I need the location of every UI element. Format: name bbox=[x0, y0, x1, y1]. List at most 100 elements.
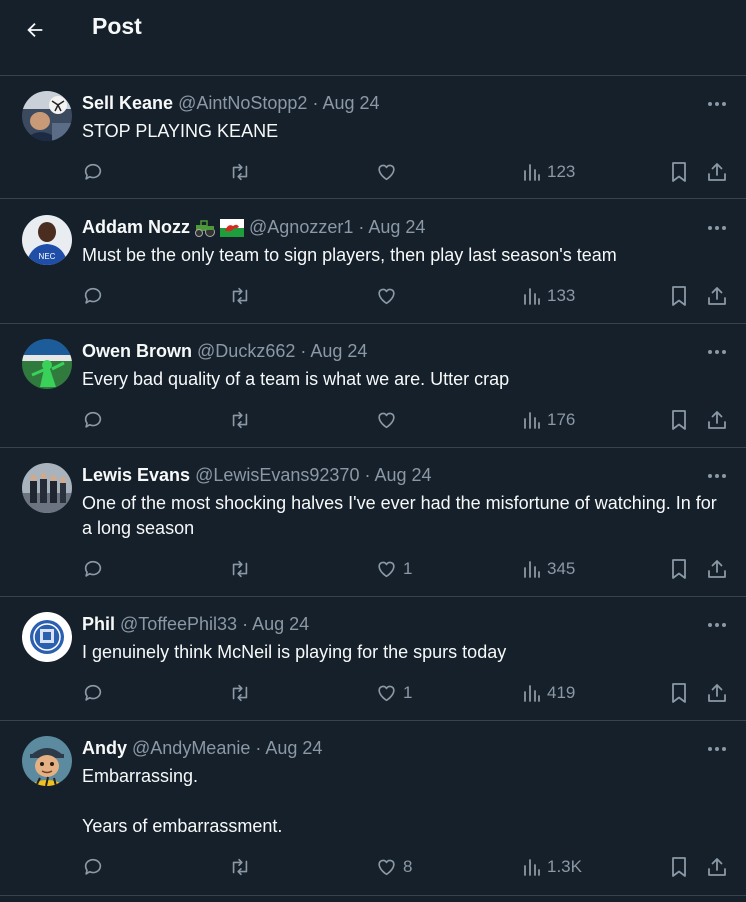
reply-button[interactable] bbox=[82, 853, 104, 881]
tweet-text: Every bad quality of a team is what we a… bbox=[82, 369, 510, 389]
more-button[interactable] bbox=[705, 466, 729, 486]
more-button[interactable] bbox=[705, 94, 729, 114]
share-button[interactable] bbox=[706, 555, 728, 583]
views-icon bbox=[524, 288, 540, 305]
tweet-meta: Sell Keane @AintNoStopp2 · Aug 24 bbox=[82, 91, 380, 115]
avatar[interactable] bbox=[22, 339, 72, 389]
timestamp[interactable]: Aug 24 bbox=[322, 93, 379, 113]
reply-button[interactable] bbox=[82, 679, 104, 707]
like-button[interactable]: 1 bbox=[375, 555, 412, 583]
back-button[interactable] bbox=[20, 15, 50, 45]
display-name[interactable]: Phil bbox=[82, 614, 115, 634]
retweet-button[interactable] bbox=[228, 282, 252, 310]
more-button[interactable] bbox=[705, 739, 729, 759]
views-button[interactable]: 123 bbox=[522, 158, 575, 186]
timestamp[interactable]: Aug 24 bbox=[374, 465, 431, 485]
like-button[interactable] bbox=[375, 158, 403, 186]
retweet-icon bbox=[232, 560, 248, 578]
views-icon bbox=[524, 412, 540, 429]
reply-button[interactable] bbox=[82, 282, 104, 310]
tweet-text: One of the most shocking halves I've eve… bbox=[82, 493, 722, 538]
handle[interactable]: @Duckz662 bbox=[197, 341, 295, 361]
like-icon bbox=[378, 561, 395, 578]
handle[interactable]: @Agnozzer1 bbox=[249, 217, 353, 237]
retweet-button[interactable] bbox=[228, 406, 252, 434]
reply-tweet[interactable]: Phil @ToffeePhil33 · Aug 24 I genuinely … bbox=[0, 597, 746, 721]
reply-tweet[interactable]: Sell Keane @AintNoStopp2 · Aug 24 STOP P… bbox=[0, 76, 746, 199]
reply-button[interactable] bbox=[82, 158, 104, 186]
more-button[interactable] bbox=[705, 615, 729, 635]
share-icon bbox=[708, 560, 726, 578]
timestamp[interactable]: Aug 24 bbox=[265, 738, 322, 758]
avatar[interactable]: NEC bbox=[22, 215, 72, 265]
reply-icon bbox=[84, 287, 102, 304]
view-count: 133 bbox=[547, 286, 576, 305]
retweet-button[interactable] bbox=[228, 679, 252, 707]
display-name[interactable]: Addam Nozz bbox=[82, 217, 190, 237]
like-icon bbox=[378, 164, 395, 181]
bookmark-icon bbox=[672, 857, 686, 877]
more-icon bbox=[708, 747, 726, 751]
share-button[interactable] bbox=[706, 853, 728, 881]
share-button[interactable] bbox=[706, 679, 728, 707]
views-icon bbox=[524, 164, 540, 181]
handle[interactable]: @AndyMeanie bbox=[132, 738, 250, 758]
reply-tweet[interactable]: Lewis Evans @LewisEvans92370 · Aug 24 On… bbox=[0, 448, 746, 597]
timestamp[interactable]: Aug 24 bbox=[252, 614, 309, 634]
bookmark-icon bbox=[672, 683, 686, 703]
avatar[interactable] bbox=[22, 736, 72, 786]
bookmark-button[interactable] bbox=[669, 853, 689, 881]
views-button[interactable]: 419 bbox=[522, 679, 575, 707]
handle[interactable]: @LewisEvans92370 bbox=[195, 465, 359, 485]
bookmark-button[interactable] bbox=[669, 555, 689, 583]
separator: · bbox=[242, 614, 249, 634]
bookmark-button[interactable] bbox=[669, 282, 689, 310]
tweet-text: STOP PLAYING KEANE bbox=[82, 121, 279, 141]
reply-tweet[interactable]: NEC Addam Nozz @Agnozzer1 · Aug 24 Must … bbox=[0, 200, 746, 324]
header: Post bbox=[0, 0, 746, 58]
views-button[interactable]: 133 bbox=[522, 282, 575, 310]
handle[interactable]: @AintNoStopp2 bbox=[178, 93, 307, 113]
retweet-button[interactable] bbox=[228, 555, 252, 583]
share-button[interactable] bbox=[706, 406, 728, 434]
like-button[interactable] bbox=[375, 282, 403, 310]
retweet-button[interactable] bbox=[228, 158, 252, 186]
share-button[interactable] bbox=[706, 282, 728, 310]
share-button[interactable] bbox=[706, 158, 728, 186]
display-name[interactable]: Owen Brown bbox=[82, 341, 192, 361]
like-icon bbox=[378, 412, 395, 429]
timestamp[interactable]: Aug 24 bbox=[368, 217, 425, 237]
reply-button[interactable] bbox=[82, 406, 104, 434]
views-button[interactable]: 176 bbox=[522, 406, 575, 434]
timestamp[interactable]: Aug 24 bbox=[310, 341, 367, 361]
display-name[interactable]: Sell Keane bbox=[82, 93, 173, 113]
avatar[interactable] bbox=[22, 612, 72, 662]
tweet-text: I genuinely think McNeil is playing for … bbox=[82, 642, 507, 662]
retweet-icon bbox=[232, 287, 248, 305]
like-button[interactable]: 8 bbox=[375, 853, 412, 881]
views-button[interactable]: 1.3K bbox=[522, 853, 582, 881]
action-bar: 8 1.3K bbox=[0, 853, 746, 881]
avatar[interactable] bbox=[22, 91, 72, 141]
display-name[interactable]: Andy bbox=[82, 738, 127, 758]
more-button[interactable] bbox=[705, 342, 729, 362]
more-button[interactable] bbox=[705, 218, 729, 238]
reply-icon bbox=[84, 684, 102, 701]
like-icon bbox=[378, 859, 395, 876]
reply-tweet[interactable]: Owen Brown @Duckz662 · Aug 24 Every bad … bbox=[0, 324, 746, 448]
display-name[interactable]: Lewis Evans bbox=[82, 465, 190, 485]
views-button[interactable]: 345 bbox=[522, 555, 575, 583]
reply-button[interactable] bbox=[82, 555, 104, 583]
bookmark-button[interactable] bbox=[669, 679, 689, 707]
avatar[interactable] bbox=[22, 463, 72, 513]
bookmark-button[interactable] bbox=[669, 406, 689, 434]
more-icon bbox=[708, 623, 726, 627]
handle[interactable]: @ToffeePhil33 bbox=[120, 614, 237, 634]
like-button[interactable] bbox=[375, 406, 403, 434]
like-icon bbox=[378, 685, 395, 702]
like-button[interactable]: 1 bbox=[375, 679, 412, 707]
retweet-button[interactable] bbox=[228, 853, 252, 881]
reply-tweet[interactable]: Andy @AndyMeanie · Aug 24 Embarrassing. … bbox=[0, 721, 746, 896]
more-icon bbox=[708, 226, 726, 230]
bookmark-button[interactable] bbox=[669, 158, 689, 186]
